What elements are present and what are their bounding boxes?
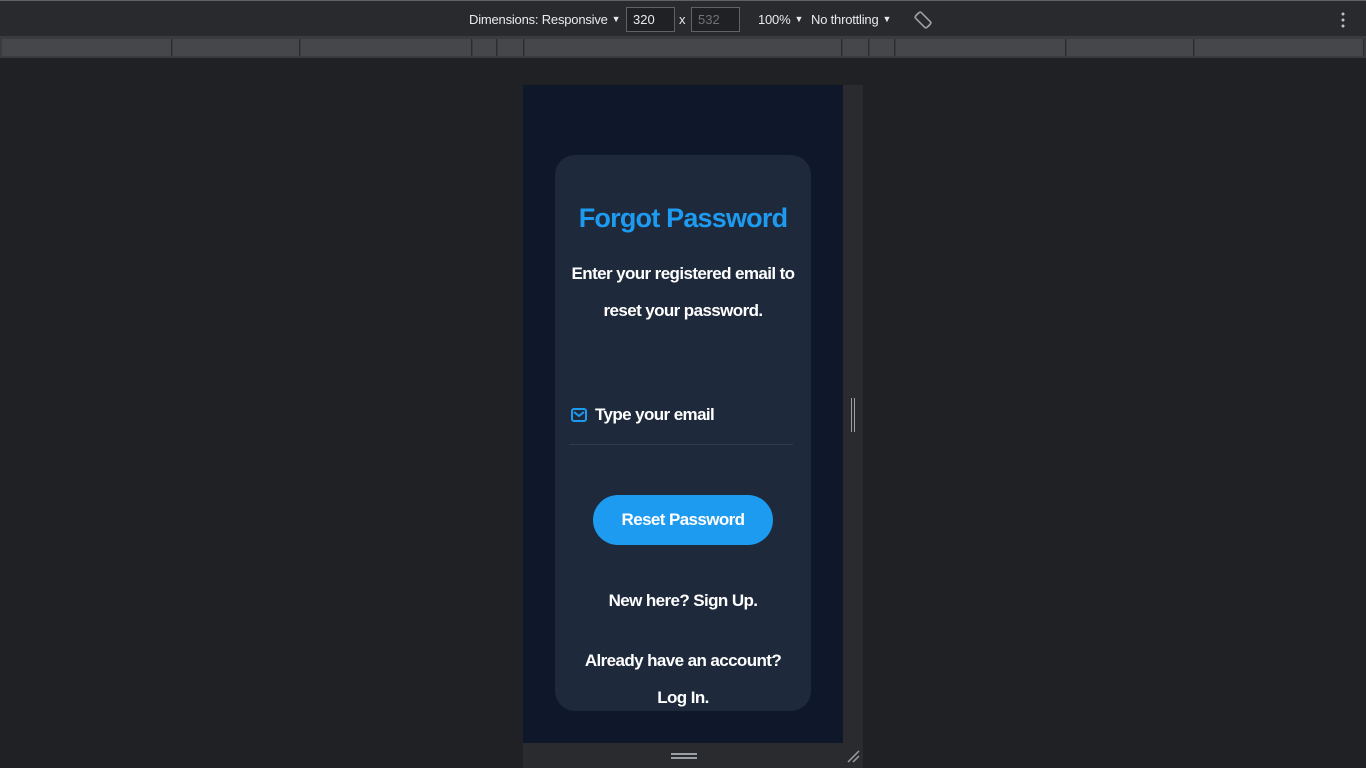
email-field-row xyxy=(569,399,793,445)
width-input[interactable]: 320 xyxy=(626,7,675,32)
horizontal-resize-handle[interactable] xyxy=(523,743,863,768)
dimensions-dropdown[interactable]: Dimensions: Responsive ▼ xyxy=(469,1,621,37)
media-query-segment[interactable] xyxy=(498,39,524,56)
page-title: Forgot Password xyxy=(578,203,788,233)
device-viewport: Forgot Password Enter your registered em… xyxy=(523,85,843,743)
email-input[interactable] xyxy=(595,403,791,427)
media-query-segment[interactable] xyxy=(173,39,300,56)
resize-grip-icon xyxy=(851,398,855,432)
device-toolbar: Dimensions: Responsive ▼ 320 x 532 100% … xyxy=(0,0,1366,37)
height-input[interactable]: 532 xyxy=(691,7,740,32)
throttling-dropdown[interactable]: No throttling ▼ xyxy=(811,1,891,37)
media-query-segment[interactable] xyxy=(896,39,1066,56)
signup-link[interactable]: New here? Sign Up. xyxy=(555,591,811,611)
media-query-segment[interactable] xyxy=(870,39,895,56)
dimension-separator: x xyxy=(679,12,686,27)
media-query-bar xyxy=(0,37,1366,58)
media-query-segment[interactable] xyxy=(843,39,869,56)
kebab-menu-icon[interactable] xyxy=(1336,11,1350,29)
forgot-password-card: Forgot Password Enter your registered em… xyxy=(555,155,811,711)
zoom-dropdown[interactable]: 100% ▼ xyxy=(758,1,803,37)
throttling-label: No throttling xyxy=(811,11,879,27)
resize-grip-icon xyxy=(671,753,697,759)
media-query-segment[interactable] xyxy=(301,39,472,56)
throttling-caret-icon: ▼ xyxy=(882,14,892,24)
rotate-icon[interactable] xyxy=(912,9,934,31)
page-subtitle: Enter your registered email to reset you… xyxy=(571,264,796,320)
media-query-segment[interactable] xyxy=(525,39,842,56)
login-link[interactable]: Already have an account? Log In. xyxy=(571,642,795,716)
dimensions-caret-icon: ▼ xyxy=(611,14,621,24)
media-query-segment[interactable] xyxy=(473,39,497,56)
media-query-segment[interactable] xyxy=(1195,39,1364,56)
dimensions-label: Dimensions: Responsive xyxy=(469,11,608,27)
vertical-resize-handle[interactable] xyxy=(843,85,863,743)
mail-icon xyxy=(571,407,587,423)
reset-password-button[interactable]: Reset Password xyxy=(593,495,773,545)
zoom-label: 100% xyxy=(758,11,791,27)
zoom-caret-icon: ▼ xyxy=(794,14,804,24)
media-query-segment[interactable] xyxy=(1067,39,1194,56)
corner-resize-icon[interactable] xyxy=(846,749,860,763)
media-query-segment[interactable] xyxy=(2,39,172,56)
